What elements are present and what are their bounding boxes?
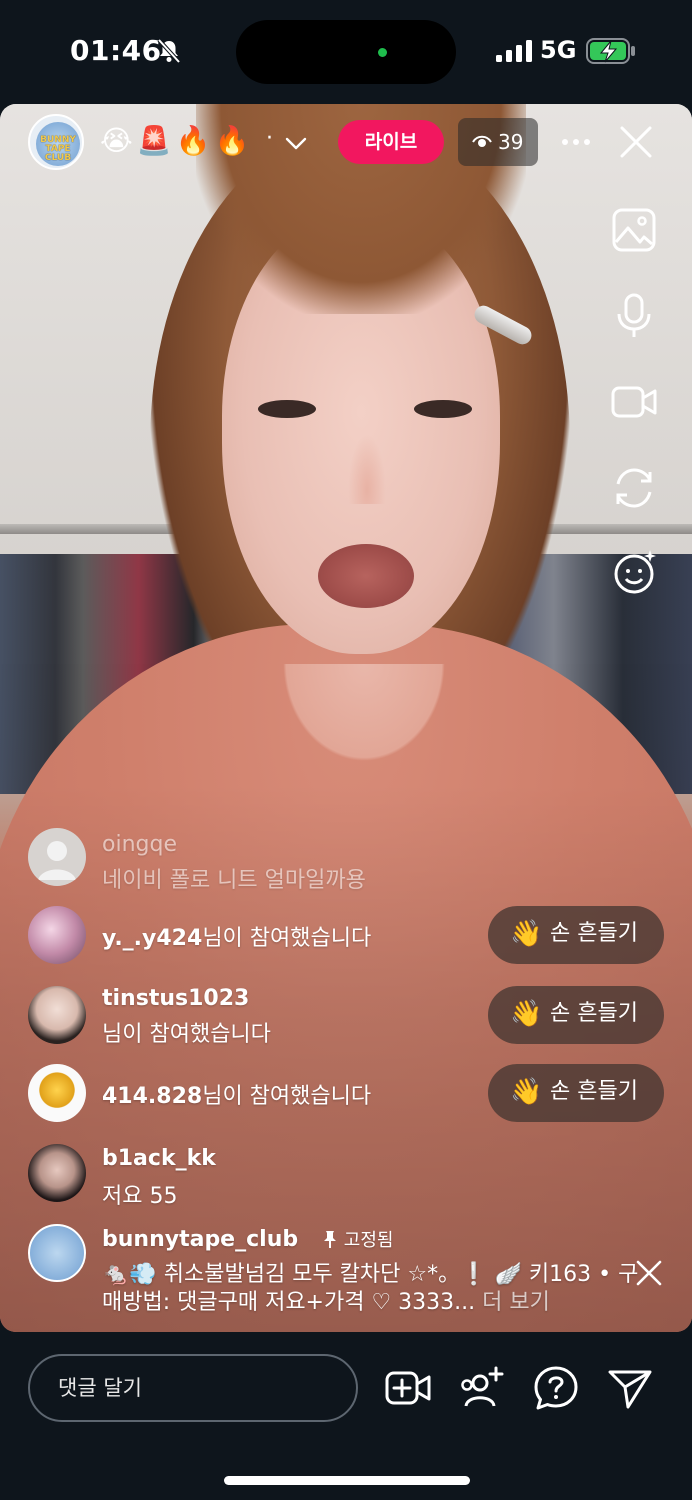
viewer-count: 39 [498,130,524,154]
comment-item: b1ack_kk 저요 55 [28,1144,488,1209]
status-bar: 01:46 5G [0,0,692,104]
comment-text: 저요 55 [102,1184,178,1209]
video-camera-icon[interactable] [610,378,658,426]
host-avatar-small[interactable] [28,1224,86,1282]
user-avatar[interactable] [28,986,86,1044]
chevron-down-icon[interactable] [284,131,308,155]
comment-username[interactable]: b1ack_kk [102,1146,216,1171]
waving-hand-icon: 👋 [510,999,543,1029]
see-more-link[interactable]: 더 보기 [482,1290,550,1315]
join-text: 님이 참여했습니다 [202,926,372,951]
wave-button-label: 손 흔들기 [550,921,638,946]
invite-people-icon[interactable] [458,1364,506,1412]
silent-mode-icon [157,38,181,64]
wave-button[interactable]: 👋 손 흔들기 [488,986,664,1044]
close-live-icon[interactable] [618,124,654,160]
live-badge: 라이브 [338,120,444,164]
pin-icon [323,1231,336,1248]
waving-hand-icon: 👋 [510,1077,543,1107]
comment-username[interactable]: oingqe [102,832,177,857]
join-notification: tinstus1023 님이 참여했습니다 [28,986,488,1047]
camera-indicator-icon [378,48,387,57]
dynamic-island [236,20,456,84]
effects-face-icon[interactable] [610,548,658,596]
viewer-count-badge[interactable]: 39 [458,118,538,166]
waving-hand-icon: 👋 [510,919,543,949]
user-avatar[interactable] [28,1144,86,1202]
wave-button[interactable]: 👋 손 흔들기 [488,906,664,964]
comment-username[interactable]: y._.y424 [102,926,202,951]
eye-icon [472,135,492,147]
pinned-label: 고정됨 [343,1230,394,1251]
add-guest-video-icon[interactable] [384,1364,432,1412]
user-avatar[interactable] [28,906,86,964]
join-text: 님이 참여했습니다 [102,1022,271,1047]
join-notification: y._.y424님이 참여했습니다 [28,906,488,966]
comment-username[interactable]: 414.828 [102,1084,202,1109]
unpin-close-icon[interactable] [634,1258,664,1288]
host-avatar[interactable]: BUNNY TAPE CLUB [28,114,84,170]
title-separator: · [266,126,273,151]
pinned-comment-text-line2: 매방법: 댓글구매 저요+가격 ♡ 3333... [102,1290,476,1315]
microphone-icon[interactable] [610,292,658,340]
join-text: 님이 참여했습니다 [202,1084,372,1109]
flip-camera-icon[interactable] [610,464,658,512]
share-send-icon[interactable] [606,1364,654,1412]
user-avatar[interactable] [28,1064,86,1122]
cellular-signal-icon [496,40,532,62]
comment-username[interactable]: tinstus1023 [102,986,249,1011]
bunny-tape-club-logo: BUNNY TAPE CLUB [36,122,80,166]
gallery-icon[interactable] [610,206,658,254]
comment-item: oingqe 네이비 폴로 니트 얼마일까용 [28,828,488,893]
join-notification: 414.828님이 참여했습니다 [28,1064,488,1124]
wave-button-label: 손 흔들기 [550,1001,638,1026]
live-title[interactable]: 😭🚨🔥🔥 [100,124,253,157]
status-time: 01:46 [70,34,162,67]
default-avatar-icon[interactable] [28,828,86,886]
home-indicator[interactable] [224,1476,470,1485]
wave-button[interactable]: 👋 손 흔들기 [488,1064,664,1122]
comment-username[interactable]: bunnytape_club [102,1227,298,1252]
comment-input[interactable] [28,1354,358,1422]
comment-text: 네이비 폴로 니트 얼마일까용 [102,868,366,893]
battery-charging-icon [586,38,635,64]
pinned-comment[interactable]: bunnytape_club 고정됨 🐁💨 취소불발넘김 모두 칼차단 ☆*。❕… [28,1224,638,1315]
wave-button-label: 손 흔들기 [550,1079,638,1104]
network-type: 5G [540,36,577,64]
more-options-icon[interactable] [560,126,592,158]
question-icon[interactable] [532,1364,580,1412]
